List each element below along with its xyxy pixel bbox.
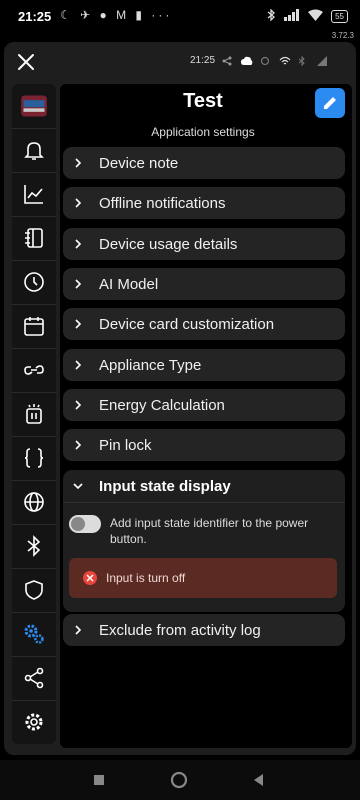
sidebar bbox=[12, 84, 56, 744]
wifi-icon bbox=[308, 9, 324, 24]
sidebar-item-settings[interactable] bbox=[12, 700, 56, 744]
section-pin-lock[interactable]: Pin lock bbox=[63, 429, 345, 461]
bluetooth-icon bbox=[27, 535, 41, 557]
section-label: Device usage details bbox=[99, 235, 238, 253]
sidebar-item-scenes[interactable] bbox=[12, 392, 56, 436]
code-braces-icon bbox=[24, 448, 44, 468]
chevron-right-icon bbox=[75, 158, 82, 168]
notification-icons: ☾ ✈ ● M ▮ ··· bbox=[60, 8, 173, 22]
scene-icon bbox=[26, 404, 42, 424]
bluetooth-small-icon bbox=[298, 53, 308, 67]
section-label: Input state display bbox=[99, 477, 231, 495]
section-label: AI Model bbox=[99, 275, 159, 293]
app-version: 3.72.3 bbox=[331, 31, 354, 40]
input-state-toggle[interactable] bbox=[69, 515, 101, 533]
sidebar-item-notes[interactable] bbox=[12, 216, 56, 260]
page-subtitle: Application settings bbox=[151, 125, 255, 139]
system-nav-bar bbox=[0, 760, 360, 800]
bluetooth-status-icon bbox=[267, 8, 276, 24]
section-energy-calculation[interactable]: Energy Calculation bbox=[63, 389, 345, 421]
chevron-right-icon bbox=[75, 319, 82, 329]
signal-icon bbox=[284, 9, 300, 24]
share-small-icon bbox=[222, 53, 232, 66]
sidebar-item-notifications[interactable] bbox=[12, 128, 56, 172]
section-label: Exclude from activity log bbox=[99, 621, 261, 639]
section-offline-notifications[interactable]: Offline notifications bbox=[63, 187, 345, 219]
chevron-down-icon bbox=[73, 483, 83, 490]
wifi-small-icon bbox=[279, 53, 291, 65]
sidebar-item-security[interactable] bbox=[12, 568, 56, 612]
bell-icon bbox=[24, 142, 44, 160]
section-device-usage-details[interactable]: Device usage details bbox=[63, 228, 345, 260]
sidebar-item-links[interactable] bbox=[12, 348, 56, 392]
globe-icon bbox=[24, 492, 44, 512]
settings-icon bbox=[25, 713, 43, 731]
section-header[interactable]: Input state display bbox=[63, 470, 345, 502]
status-bar: 21:25 ☾ ✈ ● M ▮ ··· 55 3.72.3 bbox=[0, 0, 360, 40]
device-thumbnail-icon bbox=[21, 95, 47, 117]
section-label: Energy Calculation bbox=[99, 396, 225, 414]
section-appliance-type[interactable]: Appliance Type bbox=[63, 349, 345, 381]
pencil-icon bbox=[324, 97, 336, 109]
window-titlebar: 21:25 bbox=[4, 42, 356, 80]
page-title: Test bbox=[183, 90, 223, 112]
close-icon[interactable] bbox=[14, 50, 38, 74]
sidebar-item-api[interactable] bbox=[12, 436, 56, 480]
sync-icon bbox=[260, 53, 270, 66]
sidebar-item-timers[interactable] bbox=[12, 260, 56, 304]
input-state-alert: Input is turn off bbox=[69, 558, 337, 598]
chevron-right-icon bbox=[75, 198, 82, 208]
alert-text: Input is turn off bbox=[106, 571, 186, 585]
error-icon bbox=[83, 571, 97, 585]
section-device-card-customization[interactable]: Device card customization bbox=[63, 308, 345, 340]
notebook-icon bbox=[25, 228, 43, 248]
shield-icon bbox=[25, 580, 43, 600]
section-exclude-activity-log[interactable]: Exclude from activity log bbox=[63, 614, 345, 646]
chevron-right-icon bbox=[75, 279, 82, 289]
sidebar-item-share[interactable] bbox=[12, 656, 56, 700]
section-label: Device note bbox=[99, 154, 179, 172]
section-label: Pin lock bbox=[99, 436, 152, 454]
edit-button[interactable] bbox=[315, 88, 345, 118]
sidebar-item-network[interactable] bbox=[12, 480, 56, 524]
calendar-icon bbox=[24, 317, 44, 336]
chevron-right-icon bbox=[75, 440, 82, 450]
sidebar-item-app-settings[interactable] bbox=[12, 612, 56, 656]
sidebar-item-device[interactable] bbox=[12, 84, 56, 128]
home-button[interactable] bbox=[170, 771, 188, 789]
share-icon bbox=[24, 667, 44, 689]
section-label: Offline notifications bbox=[99, 194, 226, 212]
sidebar-item-bluetooth[interactable] bbox=[12, 524, 56, 568]
clock-icon bbox=[24, 272, 44, 292]
chevron-right-icon bbox=[75, 625, 82, 635]
section-label: Device card customization bbox=[99, 315, 275, 333]
toggle-knob bbox=[71, 517, 85, 531]
sidebar-item-schedule[interactable] bbox=[12, 304, 56, 348]
window-time: 21:25 bbox=[190, 55, 216, 66]
gears-icon bbox=[24, 624, 44, 644]
toggle-label: Add input state identifier to the power … bbox=[110, 516, 309, 546]
status-time: 21:25 bbox=[18, 9, 52, 24]
battery-icon: 55 bbox=[331, 10, 348, 23]
divider bbox=[63, 502, 345, 503]
chevron-right-icon bbox=[75, 400, 82, 410]
signal-small-icon bbox=[317, 53, 327, 66]
section-label: Appliance Type bbox=[99, 356, 202, 374]
sidebar-item-statistics[interactable] bbox=[12, 172, 56, 216]
chevron-right-icon bbox=[75, 360, 82, 370]
cloud-icon bbox=[241, 53, 253, 65]
back-button[interactable] bbox=[250, 771, 268, 789]
section-ai-model[interactable]: AI Model bbox=[63, 268, 345, 300]
link-icon bbox=[24, 365, 44, 375]
chevron-right-icon bbox=[75, 239, 82, 249]
recents-button[interactable] bbox=[90, 771, 108, 789]
section-device-note[interactable]: Device note bbox=[63, 147, 345, 179]
section-input-state-display: Input state display Add input state iden… bbox=[63, 470, 345, 612]
chart-line-icon bbox=[24, 185, 43, 204]
